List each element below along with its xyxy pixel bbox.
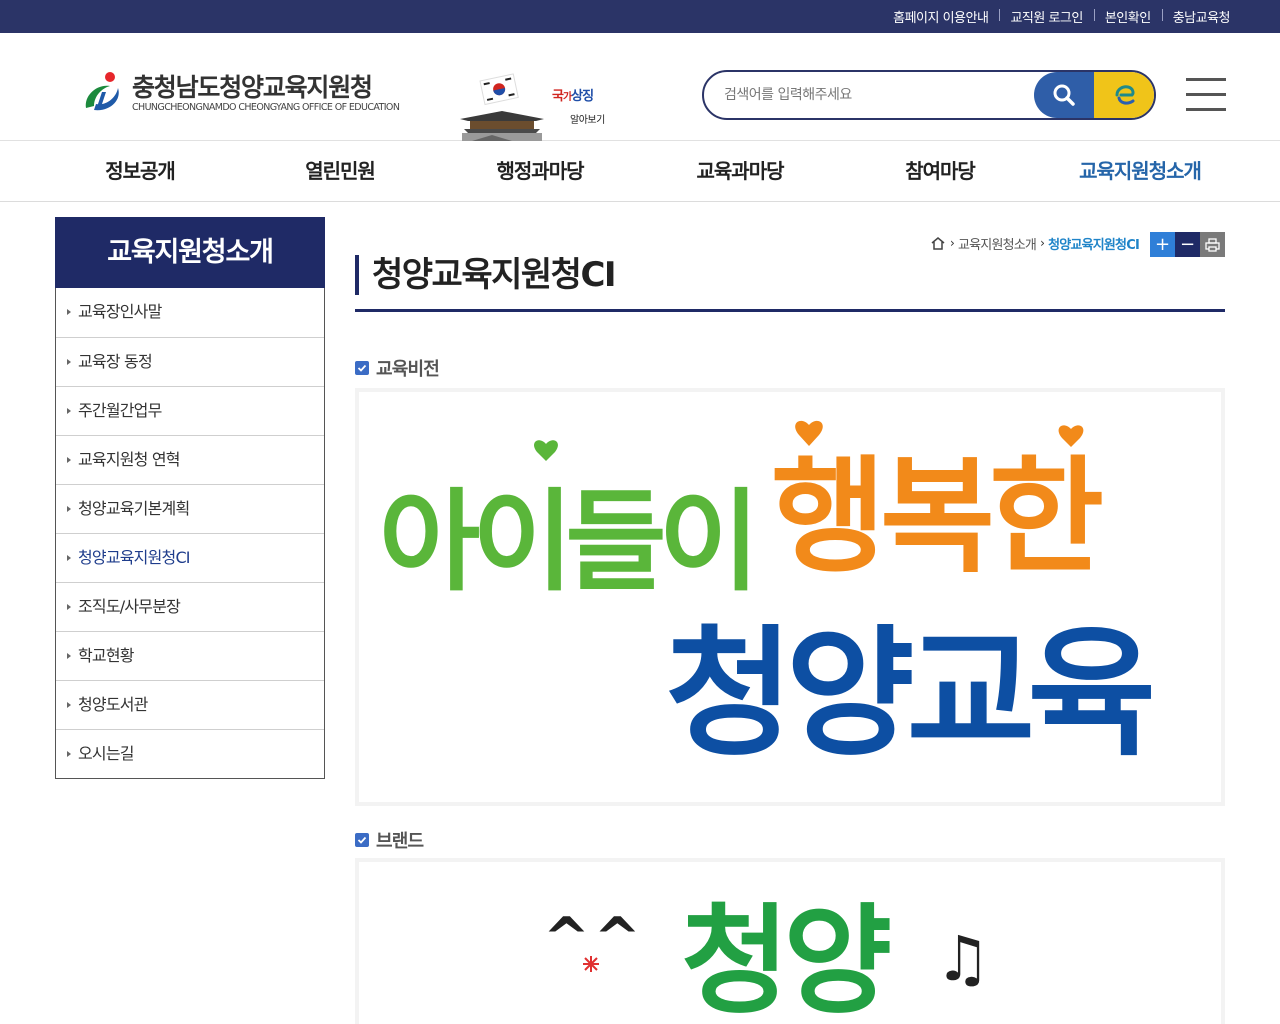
sidebar-item-organization[interactable]: 조직도/사무분장 [56, 582, 324, 631]
zoom-out-button[interactable]: − [1175, 232, 1200, 257]
nav-item-education[interactable]: 교육과마당 [640, 141, 840, 201]
print-button[interactable] [1200, 232, 1225, 257]
home-icon[interactable] [930, 236, 946, 250]
nav-item-participation[interactable]: 참여마당 [840, 141, 1040, 201]
print-icon [1205, 237, 1220, 252]
sidebar-item-basic-plan[interactable]: 청양교육기본계획 [56, 484, 324, 533]
sidebar-item-superintendent-news[interactable]: 교육장 동정 [56, 337, 324, 386]
asterisk-icon [583, 956, 599, 972]
menu-icon[interactable] [1186, 78, 1226, 111]
logo-subtitle: CHUNGCHEONGNAMDO CHEONGYANG OFFICE OF ED… [132, 102, 400, 113]
search-button[interactable] [1034, 72, 1094, 118]
vision-line2-blue: 청양교육 [665, 613, 1151, 776]
search-icon [1053, 84, 1075, 106]
sidebar-item-library[interactable]: 청양도서관 [56, 680, 324, 729]
vision-line1-green: 아이들이 [379, 478, 752, 606]
breadcrumb: › 교육지원청소개 › 청양교육지원청CI [930, 233, 1140, 253]
sidebar-item-directions[interactable]: 오시는길 [56, 729, 324, 778]
main-nav: 정보공개 열린민원 행정과마당 교육과마당 참여마당 교육지원청소개 [0, 141, 1280, 202]
checkbox-icon [355, 361, 369, 375]
search-box [702, 70, 1156, 120]
sidebar-item-history[interactable]: 교육지원청 연혁 [56, 435, 324, 484]
banner-title: 국가상징 [552, 89, 594, 104]
section-title-vision: 교육비전 [355, 355, 440, 381]
section-title-brand: 브랜드 [355, 827, 424, 853]
vision-line1-orange: 행복한 [771, 445, 1102, 590]
page-title: 청양교육지원청CI [355, 255, 617, 295]
staff-login-link[interactable]: 교직원 로그인 [999, 7, 1093, 26]
brand-image: ^^ 청양 ♫ [355, 858, 1225, 1024]
e-logo-icon [1115, 85, 1135, 105]
chungnam-office-link[interactable]: 충남교육청 [1161, 7, 1231, 26]
site-guide-link[interactable]: 홈페이지 이용안내 [882, 7, 999, 26]
identity-verify-link[interactable]: 본인확인 [1093, 7, 1162, 26]
logo-title: 충청남도청양교육지원청 [132, 73, 373, 102]
utility-bar: 홈페이지 이용안내 교직원 로그인 본인확인 충남교육청 [0, 0, 1280, 33]
sidebar-item-weekly-monthly[interactable]: 주간월간업무 [56, 386, 324, 435]
national-symbol-icon [460, 73, 544, 141]
banner-subtitle: 알아보기 [570, 115, 605, 126]
nav-item-civil-petitions[interactable]: 열린민원 [240, 141, 440, 201]
sidebar-title: 교육지원청소개 [55, 217, 325, 288]
national-symbol-banner[interactable]: 국가상징 알아보기 [452, 73, 612, 141]
chevron-right-icon: › [949, 236, 955, 250]
site-logo[interactable]: 충청남도청양교육지원청 CHUNGCHEONGNAMDO CHEONGYANG … [80, 68, 410, 118]
nav-item-about[interactable]: 교육지원청소개 [1040, 141, 1240, 201]
vision-image: 아이들이 행복한 청양교육 [355, 388, 1225, 806]
music-note-icon: ♫ [935, 922, 991, 995]
sidebar-item-greeting[interactable]: 교육장인사말 [56, 288, 324, 337]
sidebar-item-ci[interactable]: 청양교육지원청CI [56, 533, 324, 582]
breadcrumb-current: 청양교육지원청CI [1048, 237, 1140, 253]
nav-item-administration[interactable]: 행정과마당 [440, 141, 640, 201]
brand-wordmark: 청양 [681, 892, 891, 1024]
title-divider [355, 309, 1225, 312]
e-service-button[interactable] [1094, 72, 1154, 118]
checkbox-icon [355, 833, 369, 847]
sidebar-item-schools[interactable]: 학교현황 [56, 631, 324, 680]
logo-emblem-icon [85, 72, 119, 111]
nav-item-info-disclosure[interactable]: 정보공개 [40, 141, 240, 201]
sidebar: 교육지원청소개 교육장인사말 교육장 동정 주간월간업무 교육지원청 연혁 청양… [55, 217, 325, 779]
header: 충청남도청양교육지원청 CHUNGCHEONGNAMDO CHEONGYANG … [0, 33, 1280, 141]
search-input[interactable] [724, 72, 1024, 118]
breadcrumb-level1[interactable]: 교육지원청소개 [958, 234, 1037, 253]
zoom-in-button[interactable]: + [1150, 232, 1175, 257]
utility-links: 홈페이지 이용안내 교직원 로그인 본인확인 충남교육청 [882, 0, 1231, 33]
page-tools: + − [1150, 232, 1225, 257]
chevron-right-icon: › [1040, 236, 1045, 250]
